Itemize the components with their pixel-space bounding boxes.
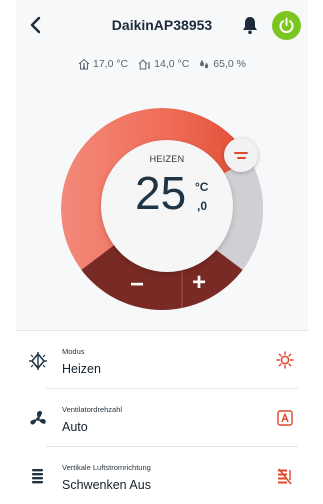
sensor-readings: 17,0 °C 14,0 °C 65,0 % xyxy=(16,56,308,72)
power-icon xyxy=(279,17,294,33)
mode-label: HEIZEN xyxy=(149,154,185,164)
humidity-icon xyxy=(200,60,209,69)
outdoor-reading: 14,0 °C xyxy=(138,58,189,70)
device-title: DaikinAP38953 xyxy=(111,17,213,33)
setting-value: Auto xyxy=(62,420,88,434)
decrease-temp-button[interactable]: − xyxy=(120,268,154,302)
setting-label: Modus xyxy=(62,347,85,356)
power-button[interactable] xyxy=(272,11,301,40)
humidity-reading: 65,0 % xyxy=(199,58,246,70)
fan-icon xyxy=(30,410,46,425)
indoor-house-icon xyxy=(78,58,90,70)
bell-icon[interactable] xyxy=(240,15,260,35)
auto-fan-icon xyxy=(277,410,293,426)
mode-icon xyxy=(29,352,47,370)
setting-value: Schwenken Aus xyxy=(62,478,151,492)
swing-off-icon xyxy=(278,468,292,485)
humidity-value: 65,0 % xyxy=(213,58,246,70)
outdoor-temp: 14,0 °C xyxy=(154,58,190,70)
temperature-unit: °C xyxy=(195,180,209,194)
setting-fan-speed[interactable]: Ventilatordrehzahl Auto xyxy=(16,389,308,447)
handle-line xyxy=(236,156,246,159)
temperature-value: 25 xyxy=(135,167,187,219)
temperature-decimal: ,0 xyxy=(197,199,208,213)
setting-label: Vertikale Luftstromrichtung xyxy=(62,463,151,472)
outdoor-house-icon xyxy=(138,59,151,70)
setting-vertical-airflow[interactable]: Vertikale Luftstromrichtung Schwenken Au… xyxy=(16,447,308,504)
header: DaikinAP38953 xyxy=(16,0,308,50)
handle-line xyxy=(234,151,248,154)
vertical-louver-icon xyxy=(32,469,43,484)
settings-list: Modus Heizen Ventilatordrehzahl Auto Ver… xyxy=(16,330,308,504)
app-frame: DaikinAP38953 17,0 °C 14,0 °C 65,0 % HEI… xyxy=(16,0,308,504)
setting-label: Ventilatordrehzahl xyxy=(62,405,123,414)
heat-sun-icon xyxy=(276,351,294,369)
setting-value: Heizen xyxy=(62,362,101,376)
indoor-reading: 17,0 °C xyxy=(78,58,128,70)
indoor-temp: 17,0 °C xyxy=(93,58,129,70)
setting-mode[interactable]: Modus Heizen xyxy=(16,331,308,389)
increase-temp-button[interactable]: + xyxy=(182,266,216,300)
dial-handle[interactable] xyxy=(224,138,258,172)
temperature-display: HEIZEN 25 °C ,0 xyxy=(101,140,233,272)
